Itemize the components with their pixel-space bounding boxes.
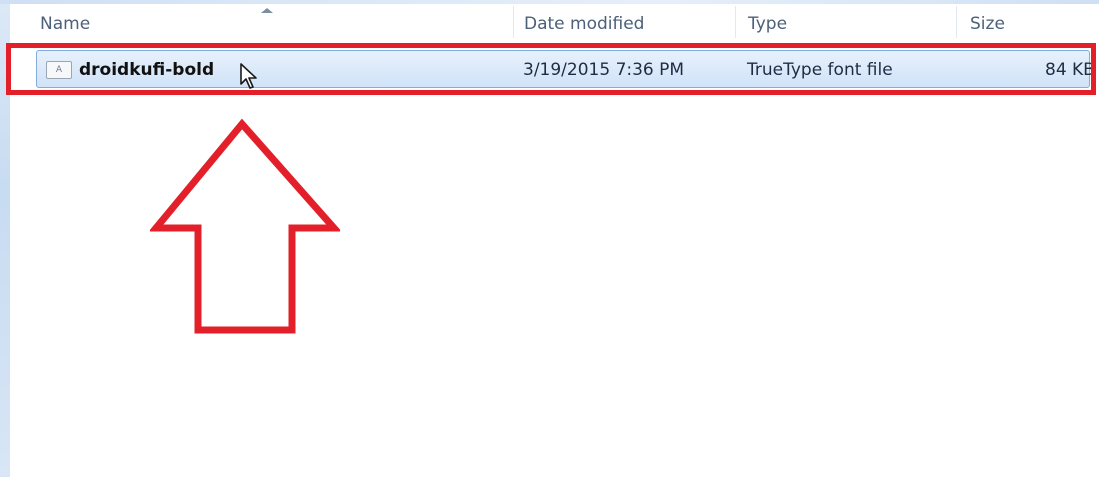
- column-divider[interactable]: [956, 6, 957, 38]
- column-header-bar: Name Date modified Type Size: [10, 4, 1099, 40]
- column-header-date-modified[interactable]: Date modified: [524, 4, 644, 40]
- mouse-pointer-icon: [240, 63, 257, 89]
- column-header-size[interactable]: Size: [970, 4, 1005, 40]
- column-divider[interactable]: [513, 6, 514, 38]
- sort-ascending-icon: [261, 8, 273, 13]
- column-header-name[interactable]: Name: [40, 4, 90, 40]
- red-highlight-box: [6, 43, 1096, 95]
- column-header-type[interactable]: Type: [748, 4, 787, 40]
- column-divider[interactable]: [735, 6, 736, 38]
- red-up-arrow-icon: [150, 118, 340, 334]
